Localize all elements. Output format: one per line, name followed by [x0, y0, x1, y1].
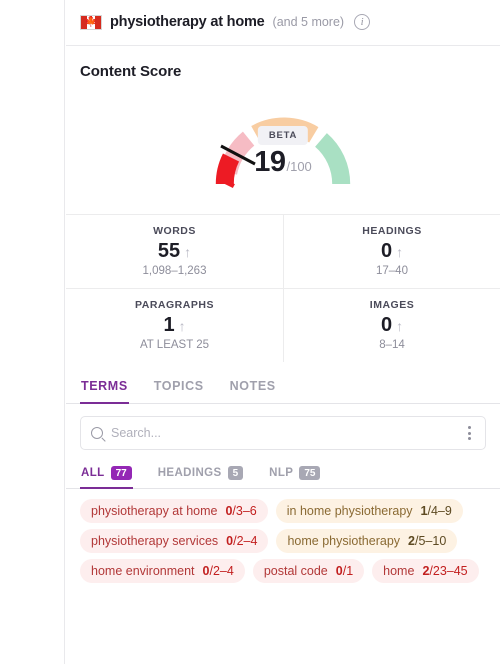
tab-topics[interactable]: TOPICS — [153, 368, 205, 404]
term-chip[interactable]: physiotherapy services 0/2–4 — [80, 529, 269, 553]
canada-flag-icon: 🍁 — [80, 14, 102, 30]
subtab-count-badge: 5 — [227, 466, 244, 480]
panel-header: 🍁 physiotherapy at home (and 5 more) i — [66, 0, 500, 46]
term-filter-tabs: ALL 77 HEADINGS 5 NLP 75 — [66, 460, 500, 489]
stat-number: 55 — [157, 240, 181, 262]
content-score-heading: Content Score — [80, 63, 182, 80]
tab-notes[interactable]: NOTES — [229, 368, 277, 404]
terms-list: physiotherapy at home 0/3–6 in home phys… — [66, 489, 500, 583]
arrow-up-icon: ↑ — [184, 243, 192, 260]
term-chip[interactable]: postal code 0/1 — [252, 559, 365, 583]
term-name: in home physiotherapy — [286, 504, 413, 518]
stat-label: HEADINGS — [362, 225, 422, 237]
term-name: home physiotherapy — [287, 534, 401, 548]
stat-value-wrap: 0 ↑ — [288, 240, 496, 263]
beta-badge: BETA — [257, 126, 309, 145]
app-screen: 🍁 physiotherapy at home (and 5 more) i C… — [0, 0, 500, 664]
stat-label: WORDS — [153, 225, 196, 237]
stat-value-wrap: 0 ↑ — [288, 314, 496, 337]
term-chip[interactable]: home physiotherapy 2/5–10 — [276, 529, 458, 553]
stat-number: 0 — [380, 240, 393, 262]
term-name: physiotherapy services — [91, 534, 219, 548]
gauge-value-arc — [215, 153, 240, 185]
term-count: 0/2–4 — [226, 534, 258, 548]
term-name: home — [383, 564, 415, 578]
stat-value-wrap: 55 ↑ — [70, 240, 279, 263]
stats-row: PARAGRAPHS 1 ↑ AT LEAST 25 IMAGES 0 ↑ 8–… — [66, 288, 500, 362]
stat-value-wrap: 1 ↑ — [70, 314, 279, 337]
subtab-label: HEADINGS — [157, 467, 222, 479]
term-name: physiotherapy at home — [91, 504, 218, 518]
term-count: 0/1 — [335, 564, 354, 578]
term-chip[interactable]: physiotherapy at home 0/3–6 — [80, 499, 268, 523]
subtab-nlp[interactable]: NLP 75 — [268, 460, 321, 489]
subtab-count-badge: 75 — [299, 466, 321, 480]
search-section — [66, 404, 500, 450]
arrow-up-icon: ↑ — [178, 317, 186, 334]
term-count: 2/5–10 — [408, 534, 447, 548]
content-panel: 🍁 physiotherapy at home (and 5 more) i C… — [66, 0, 500, 664]
left-gutter — [0, 0, 65, 664]
page-title: physiotherapy at home — [110, 14, 265, 30]
score-value: 19 — [254, 146, 286, 178]
keywords-more-label: (and 5 more) — [272, 15, 345, 29]
term-chip[interactable]: in home physiotherapy 1/4–9 — [275, 499, 463, 523]
subtab-all[interactable]: ALL 77 — [80, 460, 133, 489]
stat-paragraphs: PARAGRAPHS 1 ↑ AT LEAST 25 — [66, 289, 283, 362]
subtab-label: NLP — [269, 467, 294, 479]
stat-range: 8–14 — [379, 339, 405, 351]
arrow-up-icon: ↑ — [396, 243, 404, 260]
term-count: 1/4–9 — [420, 504, 452, 518]
main-tabs: TERMS TOPICS NOTES — [66, 368, 500, 404]
gauge-segment-good — [314, 133, 351, 185]
stat-range: 1,098–1,263 — [142, 265, 207, 277]
term-name: home environment — [91, 564, 195, 578]
term-count: 0/2–4 — [202, 564, 234, 578]
stat-headings: HEADINGS 0 ↑ 17–40 — [283, 215, 500, 288]
term-count: 2/23–45 — [422, 564, 468, 578]
term-chip[interactable]: home 2/23–45 — [372, 559, 479, 583]
score-display: 19 /100 — [254, 146, 312, 179]
stat-range: AT LEAST 25 — [139, 339, 210, 351]
subtab-headings[interactable]: HEADINGS 5 — [157, 460, 244, 489]
stats-grid: WORDS 55 ↑ 1,098–1,263 HEADINGS 0 ↑ 17–4… — [66, 214, 500, 362]
subtab-count-badge: 77 — [110, 466, 132, 480]
stat-images: IMAGES 0 ↑ 8–14 — [283, 289, 500, 362]
info-icon[interactable]: i — [354, 14, 371, 30]
search-box[interactable] — [80, 416, 486, 450]
search-icon — [91, 427, 103, 439]
search-input[interactable] — [111, 426, 456, 440]
kebab-menu-icon[interactable] — [464, 422, 475, 444]
stat-words: WORDS 55 ↑ 1,098–1,263 — [66, 215, 283, 288]
tab-terms[interactable]: TERMS — [80, 368, 129, 404]
subtab-label: ALL — [81, 467, 105, 479]
term-count: 0/3–6 — [225, 504, 257, 518]
stat-label: IMAGES — [369, 299, 415, 311]
stat-number: 0 — [380, 314, 393, 336]
content-score-gauge: BETA 19 /100 — [66, 84, 500, 206]
score-denominator: /100 — [286, 159, 312, 174]
stat-label: PARAGRAPHS — [135, 299, 214, 311]
stat-number: 1 — [163, 314, 175, 336]
term-name: postal code — [263, 564, 328, 578]
stats-row: WORDS 55 ↑ 1,098–1,263 HEADINGS 0 ↑ 17–4… — [66, 215, 500, 288]
term-chip[interactable]: home environment 0/2–4 — [80, 559, 245, 583]
arrow-up-icon: ↑ — [396, 317, 404, 334]
stat-range: 17–40 — [376, 265, 408, 277]
